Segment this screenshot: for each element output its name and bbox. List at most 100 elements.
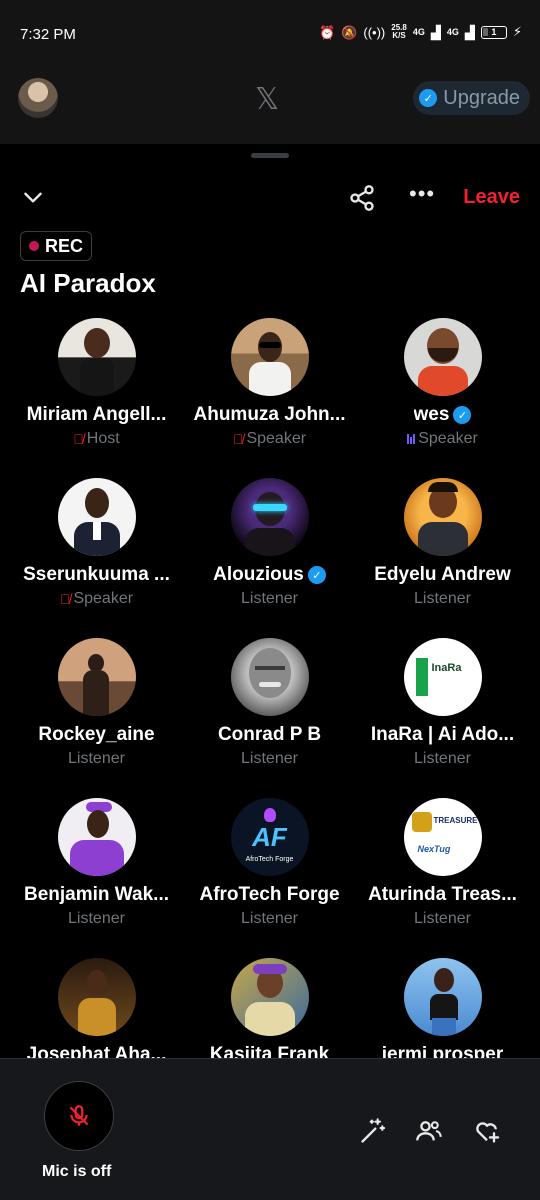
- participant-tile[interactable]: InaRa InaRa | Ai Ado... Listener: [356, 638, 529, 798]
- name-row: Conrad P B: [218, 724, 321, 746]
- participant-role: Host: [86, 430, 120, 447]
- heart-add-icon[interactable]: [473, 1117, 501, 1145]
- role-row: Listener: [414, 590, 471, 608]
- status-bar: 7:32 PM ⏰ 🔕 ((•)) 25.8 K/S 4G ▟ 4G ▟ 1 ⚡: [0, 0, 540, 70]
- avatar: [230, 638, 309, 716]
- people-icon[interactable]: [415, 1117, 443, 1145]
- role-row: Listener: [414, 750, 471, 768]
- participant-name: InaRa | Ai Ado...: [370, 724, 515, 745]
- participant-role: Listener: [241, 910, 298, 927]
- rec-label: REC: [45, 235, 84, 256]
- participant-role: Listener: [68, 910, 125, 927]
- name-row: Edyelu Andrew: [374, 564, 511, 586]
- avatar: [57, 798, 136, 876]
- role-row: Listener: [241, 910, 298, 928]
- participant-role: Speaker: [418, 430, 478, 447]
- mic-toggle-button[interactable]: [44, 1081, 114, 1151]
- mic-off-icon: [69, 1105, 89, 1126]
- space-title: AI Paradox: [20, 268, 156, 298]
- participant-name: Edyelu Andrew: [374, 564, 511, 585]
- avatar: [403, 318, 482, 396]
- participant-name: Aturinda Treas...: [368, 884, 517, 905]
- participant-role: Speaker: [73, 590, 134, 607]
- signal-icon: 4G: [412, 27, 425, 37]
- participant-tile[interactable]: Kasiita Frank Listener: [183, 958, 356, 1058]
- hotspot-icon: ((•)): [363, 24, 386, 40]
- avatar: [57, 318, 136, 396]
- avatar: [57, 638, 136, 716]
- signal-bars-icon: ▟: [430, 24, 441, 40]
- participant-name: Rockey_aine: [38, 724, 155, 745]
- name-row: Sserunkuuma ...: [23, 564, 170, 586]
- participant-name: AfroTech Forge: [199, 884, 340, 905]
- verified-badge-icon: ✓: [419, 89, 438, 107]
- participant-role: Listener: [68, 750, 125, 767]
- name-row: Josephat Aha...: [27, 1044, 167, 1058]
- avatar: [57, 478, 136, 556]
- participant-name: Josephat Aha...: [26, 1044, 167, 1058]
- profile-avatar[interactable]: [18, 78, 58, 118]
- upgrade-label: Upgrade: [443, 86, 520, 109]
- battery-icon: 1: [480, 25, 507, 39]
- participant-tile[interactable]: AF AfroTech Forge AfroTech Forge Listene…: [183, 798, 356, 958]
- participant-tile[interactable]: Rockey_aine Listener: [10, 638, 183, 798]
- participant-tile[interactable]: Conrad P B Listener: [183, 638, 356, 798]
- sheet-grabber[interactable]: [251, 153, 289, 158]
- participant-tile[interactable]: jermi prosper Listener: [356, 958, 529, 1058]
- participant-tile[interactable]: Josephat Aha... Listener: [10, 958, 183, 1058]
- participant-name: Benjamin Wak...: [24, 884, 169, 905]
- more-options-icon[interactable]: •••: [409, 183, 434, 210]
- participant-role: Listener: [414, 910, 471, 927]
- status-icons: ⏰ 🔕 ((•)) 25.8 K/S 4G ▟ 4G ▟ 1 ⚡: [319, 24, 522, 40]
- inara-logo-icon: [415, 658, 428, 696]
- participant-name: Alouzious: [213, 564, 304, 585]
- participant-name: jermi prosper: [381, 1044, 504, 1058]
- participant-role: Listener: [414, 590, 471, 607]
- avatar: [403, 478, 482, 556]
- participant-tile[interactable]: Benjamin Wak... Listener: [10, 798, 183, 958]
- alarm-icon: ⏰: [319, 24, 336, 40]
- nextug-logo-text: NexTug: [417, 844, 451, 854]
- participant-tile[interactable]: Edyelu Andrew Listener: [356, 478, 529, 638]
- name-row: Ahumuza John...: [194, 404, 346, 426]
- name-row: jermi prosper: [382, 1044, 503, 1058]
- participant-tile[interactable]: Alouzious ✓ Listener: [183, 478, 356, 638]
- bottom-control-bar: Mic is off: [0, 1058, 540, 1200]
- space-sheet: ••• Leave REC AI Paradox Miriam Angell..…: [0, 144, 540, 1200]
- signal-bars-icon-2: ▟: [464, 24, 475, 40]
- participant-name: Sserunkuuma ...: [23, 564, 170, 585]
- participant-tile[interactable]: TREASURE NexTug Aturinda Treas... Listen…: [356, 798, 529, 958]
- participant-role: Listener: [241, 590, 298, 607]
- participant-tile[interactable]: Miriam Angell... 🎙̸ Host: [10, 318, 183, 478]
- share-icon[interactable]: [348, 184, 376, 212]
- chevron-down-icon[interactable]: [20, 184, 46, 210]
- magic-wand-icon[interactable]: [359, 1117, 387, 1145]
- upgrade-button[interactable]: ✓ Upgrade: [413, 81, 530, 115]
- participant-name: Ahumuza John...: [193, 404, 346, 425]
- afrotech-mark: AF: [252, 822, 287, 852]
- participants-grid: Miriam Angell... 🎙̸ Host Ahumuza John...…: [10, 318, 530, 1058]
- name-row: Aturinda Treas...: [368, 884, 517, 906]
- name-row: AfroTech Forge: [199, 884, 339, 906]
- participant-tile[interactable]: Ahumuza John... 🎙̸ Speaker: [183, 318, 356, 478]
- x-logo: 𝕏: [255, 82, 280, 117]
- name-row: Rockey_aine: [38, 724, 154, 746]
- avatar: [403, 958, 482, 1036]
- avatar: [230, 478, 309, 556]
- leave-button[interactable]: Leave: [463, 186, 520, 209]
- afrotech-logo-text: AfroTech Forge: [245, 856, 294, 863]
- role-row: Listener: [68, 750, 125, 768]
- participant-tile[interactable]: wes ✓ Speaker: [356, 318, 529, 478]
- role-row: 🎙̸ Speaker: [233, 430, 306, 448]
- avatar: AF AfroTech Forge: [230, 798, 309, 876]
- role-row: 🎙̸ Speaker: [60, 590, 133, 608]
- role-row: Listener: [241, 590, 298, 608]
- participant-name: wes: [413, 404, 450, 425]
- participant-tile[interactable]: Sserunkuuma ... 🎙̸ Speaker: [10, 478, 183, 638]
- mute-bell-icon: 🔕: [341, 24, 358, 40]
- rec-badge: REC: [20, 231, 93, 261]
- treasure-logo-icon: [411, 812, 432, 832]
- participant-role: Listener: [414, 750, 471, 767]
- inara-logo-text: InaRa: [431, 662, 462, 674]
- status-time: 7:32 PM: [20, 26, 76, 43]
